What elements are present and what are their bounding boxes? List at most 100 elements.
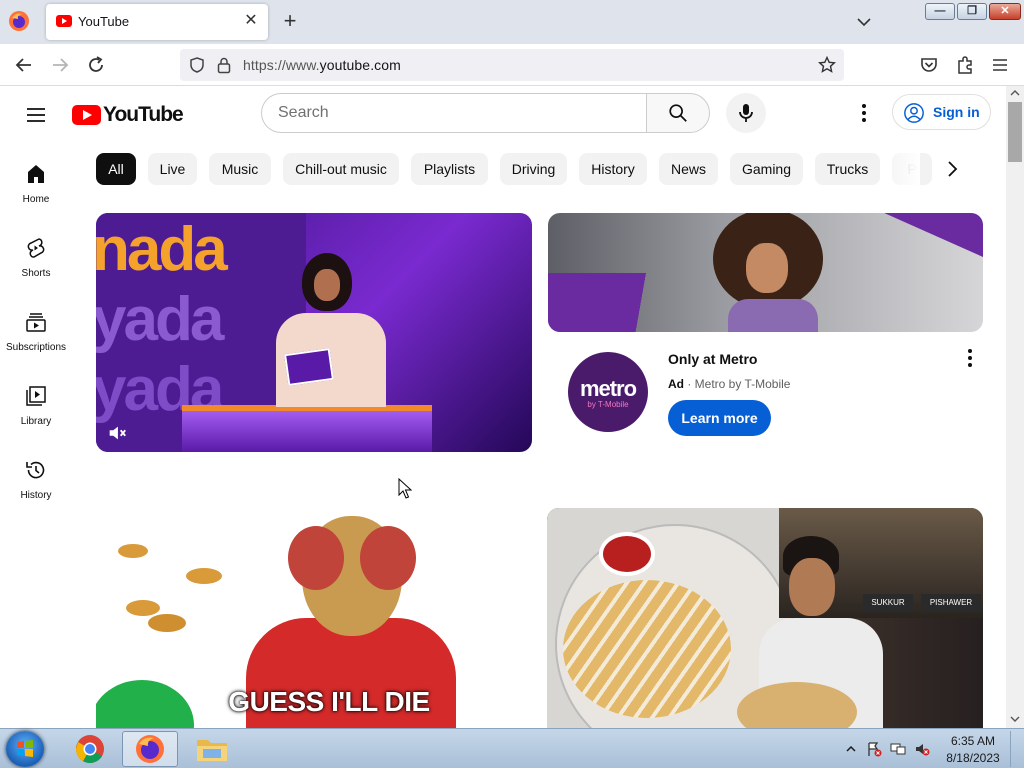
shop-sign-1: SUKKUR xyxy=(863,594,913,612)
volume-muted-icon[interactable] xyxy=(914,741,930,757)
fly-eye-left xyxy=(288,526,344,590)
youtube-play-logo-icon xyxy=(72,105,101,125)
tab-title: YouTube xyxy=(78,14,130,29)
youtube-page: YouTube Sign in Home S xyxy=(0,86,1006,728)
show-desktop-button[interactable] xyxy=(1010,731,1022,767)
chip-trucks[interactable]: Trucks xyxy=(815,153,880,185)
taskbar-chrome[interactable] xyxy=(62,731,118,767)
sidebar-item-history[interactable]: History xyxy=(0,458,72,528)
sidebar-label-shorts: Shorts xyxy=(21,268,51,279)
shorts-icon xyxy=(27,238,45,258)
bookmark-star-icon[interactable] xyxy=(818,56,836,74)
sidebar-label-subscriptions: Subscriptions xyxy=(5,342,67,353)
search-box[interactable] xyxy=(261,93,647,133)
settings-more-vertical-icon[interactable] xyxy=(852,101,876,125)
video-thumbnail-3[interactable]: GUESS I'LL DIE xyxy=(96,508,532,728)
muted-volume-icon[interactable] xyxy=(106,422,128,444)
shop-sign-2: PISHAWER xyxy=(921,594,981,612)
start-button[interactable] xyxy=(6,731,44,767)
browser-nav-bar: https://www.youtube.com xyxy=(0,44,1024,86)
chip-gaming[interactable]: Gaming xyxy=(730,153,803,185)
small-fly-1 xyxy=(118,544,148,558)
back-arrow-icon[interactable] xyxy=(12,53,36,77)
window-restore-button[interactable]: ❐ xyxy=(957,3,987,20)
video-caption: GUESS I'LL DIE xyxy=(228,686,430,717)
firefox-menu-icon[interactable] xyxy=(8,10,30,32)
chip-fade xyxy=(880,153,920,185)
url-domain: youtube.com xyxy=(319,57,401,73)
url-prefix: https://www. xyxy=(243,57,320,73)
sidebar-item-library[interactable]: Library xyxy=(0,384,72,454)
pocket-icon[interactable] xyxy=(917,53,941,77)
new-tab-button[interactable]: + xyxy=(280,10,300,34)
chip-live[interactable]: Live xyxy=(148,153,197,185)
ad-more-vertical-icon[interactable] xyxy=(958,346,982,370)
learn-more-button[interactable]: Learn more xyxy=(668,400,771,436)
chip-playlists[interactable]: Playlists xyxy=(411,153,488,185)
ad-badge: Ad xyxy=(668,377,684,391)
taskbar-firefox[interactable] xyxy=(122,731,178,767)
scrollbar-thumb[interactable] xyxy=(1008,102,1022,162)
ad-title[interactable]: Only at Metro xyxy=(668,351,757,367)
reload-icon[interactable] xyxy=(84,53,108,77)
hamburger-menu-icon[interactable] xyxy=(988,53,1012,77)
ad-video-thumbnail[interactable] xyxy=(548,213,983,332)
video-thumbnail-1[interactable]: nada yada yada xyxy=(96,213,532,452)
account-circle-icon xyxy=(904,103,924,123)
guide-menu-icon[interactable] xyxy=(24,103,48,127)
show-hidden-icons-icon[interactable] xyxy=(845,741,857,757)
tracking-protection-shield-icon[interactable] xyxy=(188,56,206,74)
small-fly-2 xyxy=(186,568,222,584)
small-fly-3 xyxy=(126,600,160,616)
chip-all[interactable]: All xyxy=(96,153,136,185)
windows-taskbar: 6:35 AM 8/18/2023 xyxy=(0,728,1024,768)
address-bar[interactable]: https://www.youtube.com xyxy=(180,49,844,81)
search-button[interactable] xyxy=(646,93,710,133)
overlay-word-1: nada xyxy=(96,215,228,284)
list-all-tabs-icon[interactable] xyxy=(854,12,874,32)
network-icon[interactable] xyxy=(890,741,906,757)
lock-icon[interactable] xyxy=(216,56,232,74)
sidebar-item-home[interactable]: Home xyxy=(0,162,72,232)
window-close-button[interactable]: ✕ xyxy=(989,3,1021,20)
ad-model-shirt xyxy=(728,299,818,332)
ad-meta: Ad · Metro by T-Mobile xyxy=(668,377,791,391)
small-fly-4 xyxy=(148,614,186,632)
search-icon xyxy=(669,104,687,122)
chip-news[interactable]: News xyxy=(659,153,718,185)
page-scrollbar[interactable] xyxy=(1006,86,1024,728)
voice-search-button[interactable] xyxy=(726,93,766,133)
firefox-icon xyxy=(136,735,164,763)
youtube-logo[interactable]: YouTube xyxy=(72,103,184,127)
sidebar-label-library: Library xyxy=(20,416,52,427)
chip-history[interactable]: History xyxy=(579,153,647,185)
chip-chill-out-music[interactable]: Chill-out music xyxy=(283,153,399,185)
sidebar-item-subscriptions[interactable]: Subscriptions xyxy=(0,310,72,380)
chip-driving[interactable]: Driving xyxy=(500,153,567,185)
sidebar-label-history: History xyxy=(20,490,52,501)
taskbar-file-explorer[interactable] xyxy=(184,731,240,767)
scroll-down-arrow-icon[interactable] xyxy=(1009,714,1021,724)
browser-tab-youtube[interactable]: YouTube ✕ xyxy=(46,4,268,40)
forward-arrow-icon[interactable] xyxy=(48,53,72,77)
presenter-card xyxy=(283,347,335,387)
action-center-flag-icon[interactable] xyxy=(866,741,882,757)
clock-time[interactable]: 6:35 AM xyxy=(946,734,1000,748)
chevron-right-icon[interactable] xyxy=(940,157,964,181)
extensions-puzzle-icon[interactable] xyxy=(953,53,977,77)
url-text[interactable]: https://www.youtube.com xyxy=(243,57,401,73)
sidebar-item-shorts[interactable]: Shorts xyxy=(0,236,72,306)
metro-logo-subtext: by T-Mobile xyxy=(587,400,629,409)
scroll-up-arrow-icon[interactable] xyxy=(1009,88,1021,98)
sign-in-button[interactable]: Sign in xyxy=(892,94,991,130)
close-tab-icon[interactable]: ✕ xyxy=(242,12,260,30)
search-input[interactable] xyxy=(278,94,638,132)
window-minimize-button[interactable]: — xyxy=(925,3,955,20)
folder-icon xyxy=(197,740,227,761)
clock-date[interactable]: 8/18/2023 xyxy=(944,751,1002,765)
library-icon xyxy=(26,386,46,406)
history-icon xyxy=(26,461,45,479)
ad-channel-avatar[interactable]: metro by T-Mobile xyxy=(568,352,648,432)
chip-music[interactable]: Music xyxy=(209,153,271,185)
video-thumbnail-4[interactable]: SUKKUR PISHAWER E xyxy=(547,508,983,728)
